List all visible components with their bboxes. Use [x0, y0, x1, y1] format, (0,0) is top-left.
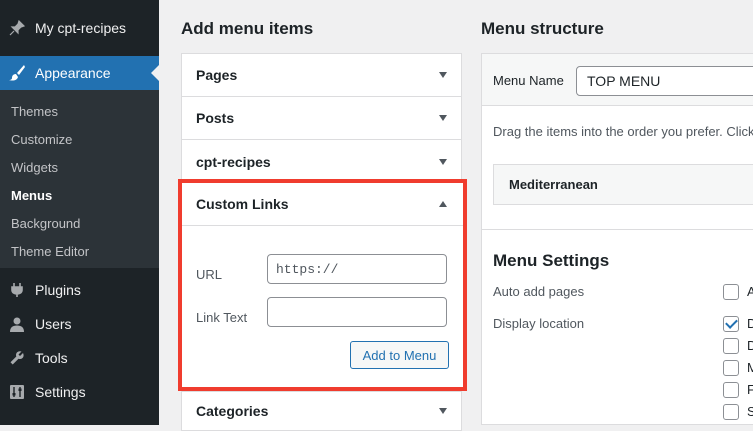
auto-add-checkbox[interactable]: [723, 284, 739, 300]
menu-item-label: Mediterranean: [509, 177, 598, 192]
checkbox-label: F: [747, 382, 753, 397]
chevron-up-icon: [439, 201, 447, 207]
accordion-posts[interactable]: Posts: [182, 97, 461, 140]
accordion-categories[interactable]: Categories: [182, 392, 461, 430]
chevron-down-icon: [439, 158, 447, 165]
sidebar-item-label: Plugins: [35, 282, 81, 298]
location-checkbox-3[interactable]: [723, 360, 739, 376]
submenu-background[interactable]: Background: [11, 216, 80, 231]
location-checkbox-1[interactable]: [723, 316, 739, 332]
accordion-categories-wrap: Categories: [181, 391, 462, 431]
submenu-theme-editor[interactable]: Theme Editor: [11, 244, 89, 259]
add-menu-items-title: Add menu items: [181, 19, 314, 38]
add-to-menu-button[interactable]: Add to Menu: [350, 341, 449, 369]
chevron-down-icon: [439, 115, 447, 121]
menu-name-bar: Menu Name TOP MENU: [482, 54, 753, 106]
settings-sliders-icon: [8, 383, 26, 401]
chevron-down-icon: [439, 72, 447, 78]
submenu-menus[interactable]: Menus: [11, 188, 52, 203]
location-checkbox-5[interactable]: [723, 404, 739, 420]
accordion-label: Posts: [196, 110, 235, 126]
sidebar-item-appearance[interactable]: Appearance: [0, 56, 159, 90]
wrench-icon: [8, 349, 26, 367]
accordion-cpt-recipes[interactable]: cpt-recipes: [182, 140, 461, 183]
accordion-pages[interactable]: Pages: [182, 54, 461, 97]
menu-name-input[interactable]: TOP MENU: [576, 66, 753, 96]
paintbrush-icon: [8, 64, 26, 82]
checkbox-label: D: [747, 316, 753, 331]
auto-add-pages-label: Auto add pages: [493, 284, 585, 299]
instructions-text: Drag the items into the order you prefer…: [493, 124, 753, 139]
chevron-down-icon: [439, 408, 447, 414]
sidebar-item-settings[interactable]: Settings: [0, 375, 159, 409]
accordion-label: Custom Links: [196, 196, 289, 212]
accordion-custom-links[interactable]: Custom Links: [182, 183, 463, 226]
appearance-submenu: Themes Customize Widgets Menus Backgroun…: [0, 90, 159, 268]
menu-item-mediterranean[interactable]: Mediterranean: [493, 164, 753, 205]
submenu-customize[interactable]: Customize: [11, 132, 72, 147]
divider: [482, 229, 753, 230]
menu-structure-title: Menu structure: [481, 19, 604, 38]
sidebar-item-label: Appearance: [35, 65, 111, 81]
location-checkbox-4[interactable]: [723, 382, 739, 398]
sidebar-item-users[interactable]: Users: [0, 307, 159, 341]
sidebar-item-tools[interactable]: Tools: [0, 341, 159, 375]
sidebar-item-label: Settings: [35, 384, 86, 400]
accordion-label: Categories: [196, 403, 269, 419]
sidebar-item-label: Users: [35, 316, 72, 332]
checkbox-label: D: [747, 338, 753, 353]
url-label: URL: [196, 267, 223, 282]
link-text-label: Link Text: [196, 310, 248, 325]
user-icon: [8, 315, 26, 333]
sidebar-item-plugins[interactable]: Plugins: [0, 273, 159, 307]
add-items-accordion: Pages Posts cpt-recipes: [181, 53, 462, 184]
pin-icon: [8, 19, 26, 37]
location-checkbox-2[interactable]: [723, 338, 739, 354]
accordion-label: cpt-recipes: [196, 153, 271, 170]
display-location-label: Display location: [493, 316, 585, 331]
checkbox-label: M: [747, 360, 753, 375]
admin-sidebar: My cpt-recipes Appearance Themes Customi…: [0, 0, 159, 425]
checkbox-label: A: [747, 284, 753, 299]
menu-settings-title: Menu Settings: [493, 251, 610, 270]
url-input[interactable]: https://: [267, 254, 447, 284]
custom-links-panel: Custom Links URL https:// Link Text Add …: [178, 179, 467, 391]
menu-structure-panel: Menu Name TOP MENU Drag the items into t…: [481, 53, 753, 425]
checkbox-label: S: [747, 404, 753, 419]
sidebar-item-cpt-recipes[interactable]: My cpt-recipes: [0, 11, 159, 45]
submenu-themes[interactable]: Themes: [11, 104, 58, 119]
plug-icon: [8, 281, 26, 299]
sidebar-item-label: Tools: [35, 350, 68, 366]
sidebar-item-label: My cpt-recipes: [35, 20, 127, 36]
submenu-widgets[interactable]: Widgets: [11, 160, 58, 175]
menu-name-label: Menu Name: [493, 73, 564, 88]
link-text-input[interactable]: [267, 297, 447, 327]
accordion-label: Pages: [196, 67, 238, 83]
